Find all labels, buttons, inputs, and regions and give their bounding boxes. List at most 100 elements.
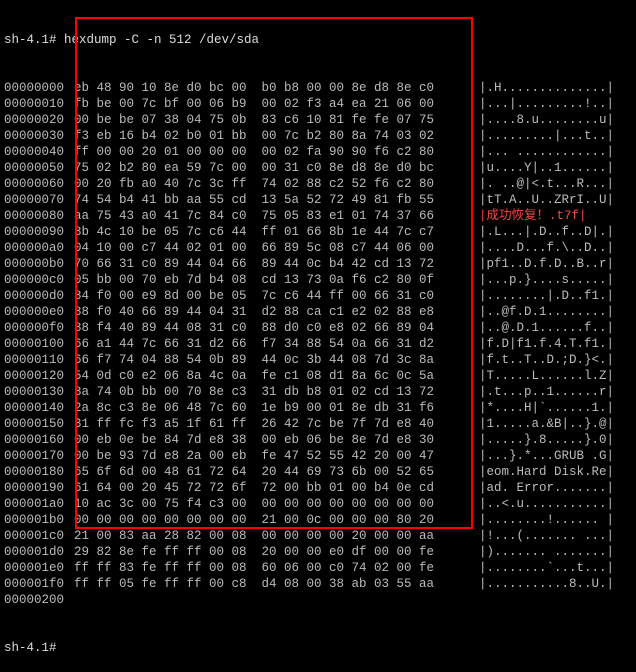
offset: 00000010	[4, 96, 74, 112]
hexdump-row: 000000b070 66 31 c0 89 44 04 66 89 44 0c…	[4, 256, 632, 272]
shell-prompt[interactable]: sh-4.1# hexdump -C -n 512 /dev/sda	[4, 32, 259, 48]
offset: 000000c0	[4, 272, 74, 288]
hex-bytes: 05 bb 00 70 eb 7d b4 08 cd 13 73 0a f6 c…	[74, 272, 479, 288]
offset: 000000b0	[4, 256, 74, 272]
hexdump-row: 0000011066 f7 74 04 88 54 0b 89 44 0c 3b…	[4, 352, 632, 368]
hexdump-row: 000001308a 74 0b bb 00 70 8e c3 31 db b8…	[4, 384, 632, 400]
hex-bytes: 66 a1 44 7c 66 31 d2 66 f7 34 88 54 0a 6…	[74, 336, 479, 352]
hexdump-row: 00000080aa 75 43 a0 41 7c 84 c0 75 05 83…	[4, 208, 632, 224]
ascii-column: |u....Y|..1......|	[479, 160, 614, 176]
offset: 00000050	[4, 160, 74, 176]
offset: 00000020	[4, 112, 74, 128]
offset: 000001b0	[4, 512, 74, 528]
hexdump-row: 00000030f3 eb 16 b4 02 b0 01 bb 00 7c b2…	[4, 128, 632, 144]
prompt-line: sh-4.1# hexdump -C -n 512 /dev/sda	[4, 32, 632, 48]
ascii-column: |....8.u........u|	[479, 112, 614, 128]
offset: 00000130	[4, 384, 74, 400]
offset: 000001d0	[4, 544, 74, 560]
hexdump-row: 000000908b 4c 10 be 05 7c c6 44 ff 01 66…	[4, 224, 632, 240]
hexdump-row: 00000000eb 48 90 10 8e d0 bc 00 b0 b8 00…	[4, 80, 632, 96]
hexdump-row: 000000e088 f0 40 66 89 44 04 31 d2 88 ca…	[4, 304, 632, 320]
ascii-column: |...}.*...GRUB .G|	[479, 448, 614, 464]
offset: 00000190	[4, 480, 74, 496]
offset: 000001c0	[4, 528, 74, 544]
hex-bytes: 00 be 93 7d e8 2a 00 eb fe 47 52 55 42 2…	[74, 448, 479, 464]
ascii-column: |..@.D.1......f..|	[479, 320, 614, 336]
hex-bytes: 00 be be 07 38 04 75 0b 83 c6 10 81 fe f…	[74, 112, 479, 128]
hexdump-body: 00000000eb 48 90 10 8e d0 bc 00 b0 b8 00…	[4, 80, 632, 608]
hex-bytes: 8a 74 0b bb 00 70 8e c3 31 db b8 01 02 c…	[74, 384, 479, 400]
hexdump-row: 0000017000 be 93 7d e8 2a 00 eb fe 47 52…	[4, 448, 632, 464]
end-prompt-line[interactable]: sh-4.1#	[4, 640, 632, 656]
ascii-column: |ad. Error.......|	[479, 480, 614, 496]
hex-bytes: 61 64 00 20 45 72 72 6f 72 00 bb 01 00 b…	[74, 480, 479, 496]
hexdump-row: 00000200	[4, 592, 632, 608]
offset: 00000180	[4, 464, 74, 480]
hexdump-row: 0000012054 0d c0 e2 06 8a 4c 0a fe c1 08…	[4, 368, 632, 384]
hex-bytes: 8b 4c 10 be 05 7c c6 44 ff 01 66 8b 1e 4…	[74, 224, 479, 240]
offset: 00000200	[4, 592, 74, 608]
ascii-column: |f.D|f1.f.4.T.f1.|	[479, 336, 614, 352]
hexdump-row: 000001f0ff ff 05 fe ff ff 00 c8 d4 08 00…	[4, 576, 632, 592]
hex-bytes: ff ff 05 fe ff ff 00 c8 d4 08 00 38 ab 0…	[74, 576, 479, 592]
ascii-column: |.....}.8.....}.0|	[479, 432, 614, 448]
hex-bytes: 88 f0 40 66 89 44 04 31 d2 88 ca c1 e2 0…	[74, 304, 479, 320]
hex-bytes: aa 75 43 a0 41 7c 84 c0 75 05 83 e1 01 7…	[74, 208, 479, 224]
offset: 000001a0	[4, 496, 74, 512]
hexdump-row: 000001b000 00 00 00 00 00 00 00 21 00 0c…	[4, 512, 632, 528]
offset: 00000000	[4, 80, 74, 96]
ascii-column: |tT.A..U..ZRrI..U|	[479, 192, 614, 208]
offset: 00000040	[4, 144, 74, 160]
hex-bytes: 10 ac 3c 00 75 f4 c3 00 00 00 00 00 00 0…	[74, 496, 479, 512]
hexdump-row: 0000018065 6f 6d 00 48 61 72 64 20 44 69…	[4, 464, 632, 480]
hex-bytes: fb be 00 7c bf 00 06 b9 00 02 f3 a4 ea 2…	[74, 96, 479, 112]
ascii-column: |........`...t...|	[479, 560, 614, 576]
ascii-column: |.t...p..1......r|	[479, 384, 614, 400]
offset: 000001e0	[4, 560, 74, 576]
ascii-column: |..<.u...........|	[479, 496, 614, 512]
hex-bytes: 21 00 83 aa 28 82 00 08 00 00 00 00 20 0…	[74, 528, 479, 544]
hexdump-row: 0000016000 eb 0e be 84 7d e8 38 00 eb 06…	[4, 432, 632, 448]
ascii-column: |........|.D..f1.|	[479, 288, 614, 304]
offset: 00000140	[4, 400, 74, 416]
hex-bytes: 66 f7 74 04 88 54 0b 89 44 0c 3b 44 08 7…	[74, 352, 479, 368]
hex-bytes: ff ff 83 fe ff ff 00 08 60 06 00 c0 74 0…	[74, 560, 479, 576]
ascii-column: |..@f.D.1........|	[479, 304, 614, 320]
hexdump-row: 000001e0ff ff 83 fe ff ff 00 08 60 06 00…	[4, 560, 632, 576]
hex-bytes: 00 eb 0e be 84 7d e8 38 00 eb 06 be 8e 7…	[74, 432, 479, 448]
offset: 00000090	[4, 224, 74, 240]
hex-bytes: 88 f4 40 89 44 08 31 c0 88 d0 c0 e8 02 6…	[74, 320, 479, 336]
hexdump-row: 00000040ff 00 00 20 01 00 00 00 00 02 fa…	[4, 144, 632, 160]
offset: 000000f0	[4, 320, 74, 336]
hex-bytes: 04 10 00 c7 44 02 01 00 66 89 5c 08 c7 4…	[74, 240, 479, 256]
ascii-column: |....D...f.\..D..|	[479, 240, 614, 256]
ascii-column: |...........8..U.|	[479, 576, 614, 592]
hex-bytes: f3 eb 16 b4 02 b0 01 bb 00 7c b2 80 8a 7…	[74, 128, 479, 144]
offset: 000001f0	[4, 576, 74, 592]
offset: 00000100	[4, 336, 74, 352]
offset: 00000150	[4, 416, 74, 432]
offset: 00000160	[4, 432, 74, 448]
ascii-column: |. ..@|<.t...R...|	[479, 176, 614, 192]
hexdump-row: 000000d084 f0 00 e9 8d 00 be 05 7c c6 44…	[4, 288, 632, 304]
ascii-column: |1.....a.&B|..}.@|	[479, 416, 614, 432]
hexdump-row: 000001a010 ac 3c 00 75 f4 c3 00 00 00 00…	[4, 496, 632, 512]
shell-prompt-end[interactable]: sh-4.1#	[4, 640, 57, 656]
hexdump-row: 000001d029 82 8e fe ff ff 00 08 20 00 00…	[4, 544, 632, 560]
hex-bytes: 31 ff fc f3 a5 1f 61 ff 26 42 7c be 7f 7…	[74, 416, 479, 432]
ascii-column: |... ............|	[479, 144, 614, 160]
offset: 000000e0	[4, 304, 74, 320]
hexdump-row: 0000010066 a1 44 7c 66 31 d2 66 f7 34 88…	[4, 336, 632, 352]
hexdump-row: 000001c021 00 83 aa 28 82 00 08 00 00 00…	[4, 528, 632, 544]
hexdump-row: 000001402a 8c c3 8e 06 48 7c 60 1e b9 00…	[4, 400, 632, 416]
hexdump-row: 0000007074 54 b4 41 bb aa 55 cd 13 5a 52…	[4, 192, 632, 208]
offset: 00000070	[4, 192, 74, 208]
ascii-column: |pf1..D.f.D..B..r|	[479, 256, 614, 272]
hex-bytes: 29 82 8e fe ff ff 00 08 20 00 00 e0 df 0…	[74, 544, 479, 560]
ascii-column: |eom.Hard Disk.Re|	[479, 464, 614, 480]
hexdump-row: 0000015031 ff fc f3 a5 1f 61 ff 26 42 7c…	[4, 416, 632, 432]
ascii-column: |...p.}....s.....|	[479, 272, 614, 288]
hexdump-row: 0000019061 64 00 20 45 72 72 6f 72 00 bb…	[4, 480, 632, 496]
hex-bytes: 75 02 b2 80 ea 59 7c 00 00 31 c0 8e d8 8…	[74, 160, 479, 176]
offset: 00000030	[4, 128, 74, 144]
